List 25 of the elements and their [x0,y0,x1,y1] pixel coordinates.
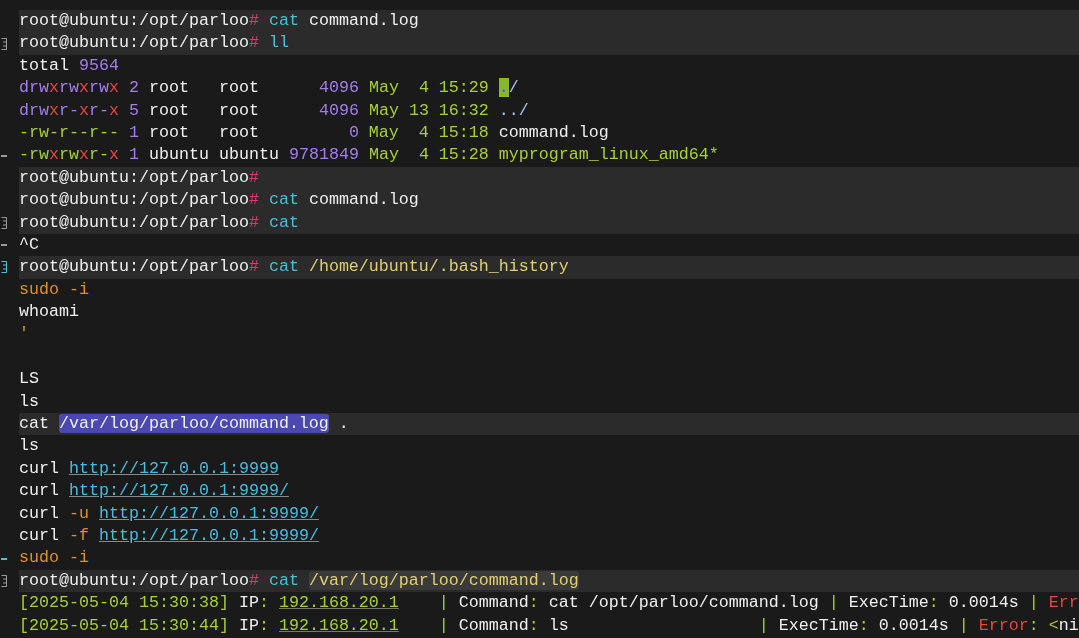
terminal-line: [2025-05-04 15:30:44] IP: 192.168.20.1 | Command: ls | ExecTime: 0.0014s | Error: <ni [19,614,1079,637]
terminal-line: sudo -i [19,278,90,301]
terminal-line: drwxrwxrwx 2 root root 4096 May 4 15:29 ./ [19,77,520,100]
terminal-text: curl [19,503,60,523]
terminal-text: -f [69,526,90,545]
link[interactable]: http://127.0.0.1:9999/ [99,526,319,545]
terminal-line: -rw-r--r-- 1 root root 0 May 4 15:18 command.log [19,121,610,144]
terminal-text: -u [69,503,90,523]
terminal-line: ls [19,390,40,413]
terminal-line: ' [19,323,30,346]
terminal-text: curl [19,526,60,545]
link[interactable]: http://127.0.0.1:9999/ [99,503,319,523]
terminal-line: ls [19,435,40,458]
terminal-line: total 9564 [19,54,120,77]
terminal-line: drwxr-xr-x 5 root root 4096 May 13 16:32 ../ [19,99,530,122]
link[interactable]: http://127.0.0.1:9999 [69,458,279,478]
terminal-text: curl [19,458,60,478]
terminal-line: LS [19,368,40,391]
terminal-line: [2025-05-04 15:30:38] IP: 192.168.20.1 | Command: cat /opt/parloo/command.log | ExecTime: 0.0014s | Err [19,592,1079,615]
terminal-line: whoami [19,301,80,324]
terminal-line: -rwxrwxr-x 1 ubuntu ubuntu 9781849 May 4 15:28 myprogram_linux_amd64* [19,144,720,167]
terminal-line: sudo -i [19,547,90,570]
terminal-text: curl [19,481,60,501]
terminal-line: ^C [19,233,40,256]
link[interactable]: http://127.0.0.1:9999/ [69,481,289,501]
